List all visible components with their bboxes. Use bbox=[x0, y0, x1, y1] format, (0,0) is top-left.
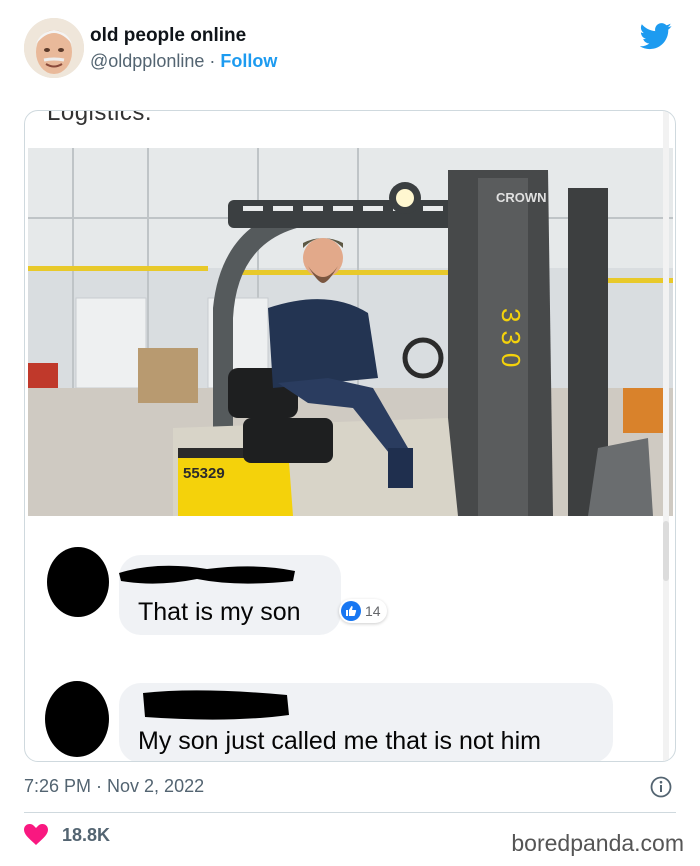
twitter-bird-icon[interactable] bbox=[639, 20, 672, 52]
info-icon[interactable] bbox=[650, 776, 672, 798]
user-handle[interactable]: @oldpplonline bbox=[90, 51, 204, 71]
forklift-brand: CROWN bbox=[496, 190, 547, 205]
embedded-scrollbar[interactable] bbox=[663, 111, 669, 761]
forklift-plate: 55329 bbox=[183, 465, 225, 482]
comment-2-text: My son just called me that is not him bbox=[138, 727, 541, 755]
separator-dot: · bbox=[209, 51, 216, 71]
thumbs-up-icon bbox=[341, 601, 361, 621]
comment-2: My son just called me that is not him bbox=[25, 671, 665, 761]
comment-2-name-redaction bbox=[139, 687, 291, 723]
heart-icon[interactable] bbox=[24, 824, 48, 846]
comment-1-avatar[interactable] bbox=[47, 547, 109, 617]
embedded-image-card[interactable]: Logistics. CROWN 330 55329 That is my so… bbox=[24, 110, 676, 762]
comment-1-name-redaction bbox=[117, 561, 297, 587]
likes-count: 18.8K bbox=[62, 824, 111, 845]
likes-row[interactable]: 18.8K bbox=[24, 824, 110, 846]
author-avatar[interactable] bbox=[24, 18, 84, 78]
caption-top: Logistics. bbox=[47, 110, 153, 126]
tweet-timestamp[interactable]: 7:26 PM · Nov 2, 2022 bbox=[24, 776, 204, 797]
comment-1-like-count: 14 bbox=[365, 603, 381, 619]
comment-1-like-badge[interactable]: 14 bbox=[339, 599, 387, 623]
display-name[interactable]: old people online bbox=[90, 25, 246, 47]
tweet-header: old people online @oldpplonline · Follow bbox=[24, 18, 684, 80]
comment-2-avatar[interactable] bbox=[45, 681, 109, 757]
watermark: boredpanda.com bbox=[511, 830, 684, 856]
follow-button[interactable]: Follow bbox=[220, 51, 277, 71]
forklift-photo: CROWN 330 55329 bbox=[28, 148, 673, 516]
mast-number: 330 bbox=[496, 308, 526, 375]
comment-1: That is my son 14 bbox=[25, 541, 665, 641]
comment-1-text: That is my son bbox=[138, 598, 301, 626]
handle-row: @oldpplonline · Follow bbox=[90, 51, 277, 72]
footer-divider bbox=[24, 812, 676, 813]
